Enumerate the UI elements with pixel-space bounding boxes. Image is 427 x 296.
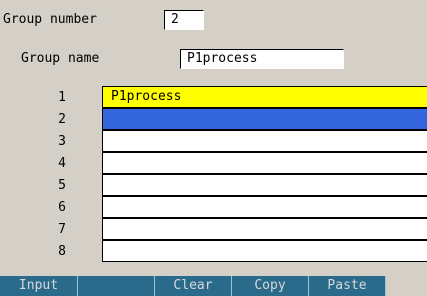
group-name-label: Group name (21, 51, 100, 66)
list-item: 3 (52, 130, 427, 152)
row-field[interactable] (102, 196, 427, 218)
paste-softkey[interactable]: Paste (309, 276, 386, 296)
copy-softkey[interactable]: Copy (232, 276, 309, 296)
row-number: 6 (58, 199, 66, 215)
group-number-field[interactable]: 2 (164, 10, 204, 30)
softkey-bar: Input Clear Copy Paste (0, 276, 427, 296)
list-item: 7 (52, 218, 427, 240)
list-item: 1 P1process (52, 86, 427, 108)
clear-softkey[interactable]: Clear (155, 276, 232, 296)
row-field[interactable] (102, 218, 427, 240)
list-item: 5 (52, 174, 427, 196)
row-number: 4 (58, 155, 66, 171)
list-item: 6 (52, 196, 427, 218)
input-softkey[interactable]: Input (0, 276, 78, 296)
row-field[interactable]: P1process (102, 86, 427, 108)
list-item: 2 (52, 108, 427, 130)
row-field[interactable] (102, 130, 427, 152)
group-member-list: 1 P1process 2 3 4 5 6 7 8 (52, 86, 427, 262)
row-field-selected[interactable] (102, 108, 427, 130)
blank-softkey (386, 276, 427, 296)
empty-softkey[interactable] (78, 276, 155, 296)
row-number: 2 (58, 111, 66, 127)
row-number: 3 (58, 133, 66, 149)
group-name-field[interactable]: P1process (180, 49, 344, 69)
row-field[interactable] (102, 174, 427, 196)
row-number: 5 (58, 177, 66, 193)
row-number: 1 (58, 89, 66, 105)
row-field[interactable] (102, 240, 427, 262)
list-item: 8 (52, 240, 427, 262)
list-item: 4 (52, 152, 427, 174)
row-number: 8 (58, 243, 66, 259)
row-field[interactable] (102, 152, 427, 174)
row-number: 7 (58, 221, 66, 237)
group-number-label: Group number (3, 12, 97, 27)
